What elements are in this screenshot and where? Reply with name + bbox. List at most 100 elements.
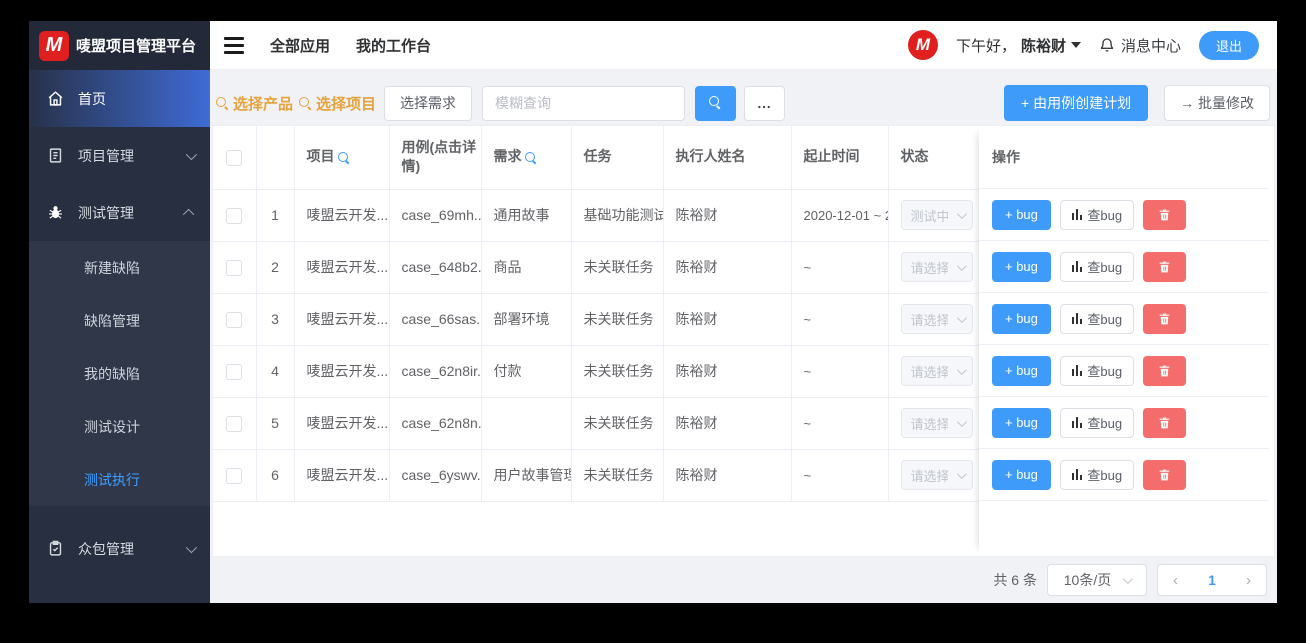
- cell-executor: 陈裕财: [663, 189, 792, 242]
- cell-case[interactable]: case_69mh...: [389, 189, 482, 242]
- bar-chart-icon: [1071, 261, 1083, 272]
- row-checkbox[interactable]: [226, 363, 243, 380]
- sidebar-item-crowd-mgmt[interactable]: 众包管理: [29, 520, 210, 577]
- add-bug-button[interactable]: + bug: [992, 199, 1051, 230]
- status-select[interactable]: 请选择: [900, 460, 973, 490]
- more-button[interactable]: ...: [744, 85, 786, 121]
- sidebar-item-label: 项目管理: [78, 147, 134, 164]
- search-icon[interactable]: [337, 151, 349, 163]
- view-bug-button[interactable]: 查bug: [1059, 355, 1135, 386]
- cell-case[interactable]: case_62n8ir...: [389, 345, 482, 398]
- fuzzy-search-input[interactable]: [482, 85, 686, 121]
- pagination: 共 6 条 10条/页 ‹ 1 ›: [993, 557, 1267, 603]
- current-page[interactable]: 1: [1208, 572, 1216, 588]
- view-bug-button[interactable]: 查bug: [1059, 303, 1135, 334]
- add-bug-button[interactable]: + bug: [992, 355, 1051, 386]
- table-row: 1 唛盟云开发... case_69mh... 通用故事 基础功能测试 陈裕财 …: [213, 189, 980, 242]
- logout-button[interactable]: 退出: [1198, 30, 1259, 60]
- table-row: 2 唛盟云开发... case_648b2... 商品 未关联任务 陈裕财 ~ …: [213, 241, 980, 294]
- trash-icon: [1159, 469, 1170, 480]
- cell-task: 基础功能测试: [571, 189, 664, 242]
- status-select[interactable]: 请选择: [900, 408, 973, 438]
- brand-logo-icon: M: [39, 30, 69, 61]
- search-icon[interactable]: [524, 151, 536, 163]
- create-plan-button[interactable]: + 由用例创建计划: [1004, 85, 1149, 121]
- cell-demand: [481, 397, 572, 450]
- delete-button[interactable]: [1143, 199, 1187, 230]
- batch-edit-button[interactable]: → 批量修改: [1164, 85, 1270, 121]
- cell-dates: ~: [791, 293, 889, 346]
- clipboard-icon: [47, 540, 64, 557]
- message-center[interactable]: 消息中心: [1099, 35, 1181, 56]
- sidebar-item-test-mgmt[interactable]: 测试管理: [29, 184, 210, 241]
- sidebar-item-label: 众包管理: [78, 540, 134, 557]
- view-bug-button[interactable]: 查bug: [1059, 459, 1135, 490]
- cell-executor: 陈裕财: [663, 449, 792, 502]
- select-project-label: 选择项目: [316, 95, 377, 113]
- delete-button[interactable]: [1143, 459, 1187, 490]
- select-all-checkbox[interactable]: [226, 149, 243, 166]
- chevron-down-icon: [956, 364, 967, 375]
- row-checkbox[interactable]: [226, 207, 243, 224]
- cell-dates: ~: [791, 241, 889, 294]
- cell-executor: 陈裕财: [663, 241, 792, 294]
- delete-button[interactable]: [1143, 303, 1187, 334]
- sidebar-subitem-test-execution[interactable]: 测试执行: [29, 453, 210, 506]
- add-bug-button[interactable]: + bug: [992, 459, 1051, 490]
- delete-button[interactable]: [1143, 407, 1187, 438]
- sidebar-item-clipped[interactable]: [29, 596, 210, 603]
- row-checkbox[interactable]: [226, 467, 243, 484]
- sidebar-subitem-test-design[interactable]: 测试设计: [29, 400, 210, 453]
- nav-all-apps[interactable]: 全部应用: [270, 35, 330, 56]
- caret-down-icon: [1070, 42, 1081, 48]
- row-checkbox[interactable]: [226, 311, 243, 328]
- col-case: 用例(点击详情): [389, 126, 482, 190]
- add-bug-button[interactable]: + bug: [992, 303, 1051, 334]
- cell-project: 唛盟云开发...: [294, 345, 390, 398]
- sidebar-subitem-new-defect[interactable]: 新建缺陷: [29, 241, 210, 294]
- cell-case[interactable]: case_62n8n...: [389, 397, 482, 450]
- main-area: 全部应用 我的工作台 M 下午好， 陈裕财 消息中心 退出 选择产品 选择项目 …: [210, 21, 1277, 603]
- prev-page-button[interactable]: ‹: [1173, 572, 1178, 589]
- add-bug-button[interactable]: + bug: [992, 251, 1051, 282]
- sidebar-subitem-my-defects[interactable]: 我的缺陷: [29, 347, 210, 400]
- select-demand-button[interactable]: 选择需求: [384, 85, 473, 121]
- bug-icon: [47, 204, 64, 221]
- delete-button[interactable]: [1143, 251, 1187, 282]
- row-checkbox[interactable]: [226, 415, 243, 432]
- status-select[interactable]: 请选择: [900, 252, 973, 282]
- user-menu[interactable]: 下午好， 陈裕财: [956, 35, 1081, 56]
- sidebar-item-project-mgmt[interactable]: 项目管理: [29, 127, 210, 184]
- chevron-down-icon: [1123, 573, 1134, 584]
- page-size-value: 10条/页: [1063, 572, 1112, 588]
- sidebar-item-home[interactable]: 首页: [29, 70, 210, 127]
- next-page-button[interactable]: ›: [1246, 572, 1251, 589]
- status-select[interactable]: 测试中: [900, 200, 973, 230]
- search-button[interactable]: [695, 85, 737, 121]
- view-bug-button[interactable]: 查bug: [1059, 251, 1135, 282]
- add-bug-button[interactable]: + bug: [992, 407, 1051, 438]
- cell-project: 唛盟云开发...: [294, 449, 390, 502]
- cell-case[interactable]: case_6yswv...: [389, 449, 482, 502]
- cell-case[interactable]: case_648b2...: [389, 241, 482, 294]
- status-select[interactable]: 请选择: [900, 356, 973, 386]
- sidebar-subitem-defect-mgmt[interactable]: 缺陷管理: [29, 294, 210, 347]
- status-select[interactable]: 请选择: [900, 304, 973, 334]
- col-dates: 起止时间: [791, 126, 889, 190]
- hamburger-menu-icon[interactable]: [224, 36, 244, 54]
- row-checkbox[interactable]: [226, 259, 243, 276]
- view-bug-button[interactable]: 查bug: [1059, 407, 1135, 438]
- search-icon: [708, 96, 723, 110]
- cell-case[interactable]: case_66sas...: [389, 293, 482, 346]
- cell-executor: 陈裕财: [663, 345, 792, 398]
- trash-icon: [1159, 417, 1170, 428]
- select-project-link[interactable]: 选择项目: [299, 93, 376, 114]
- operations-column: 操作 + bug 查bug + bug 查bug + bug 查bug + bu…: [979, 126, 1269, 556]
- avatar[interactable]: M: [907, 30, 938, 60]
- select-product-link[interactable]: 选择产品: [216, 93, 293, 114]
- page-size-select[interactable]: 10条/页: [1047, 564, 1147, 596]
- nav-workbench[interactable]: 我的工作台: [356, 35, 431, 56]
- view-bug-button[interactable]: 查bug: [1059, 199, 1135, 230]
- cell-executor: 陈裕财: [663, 293, 792, 346]
- delete-button[interactable]: [1143, 355, 1187, 386]
